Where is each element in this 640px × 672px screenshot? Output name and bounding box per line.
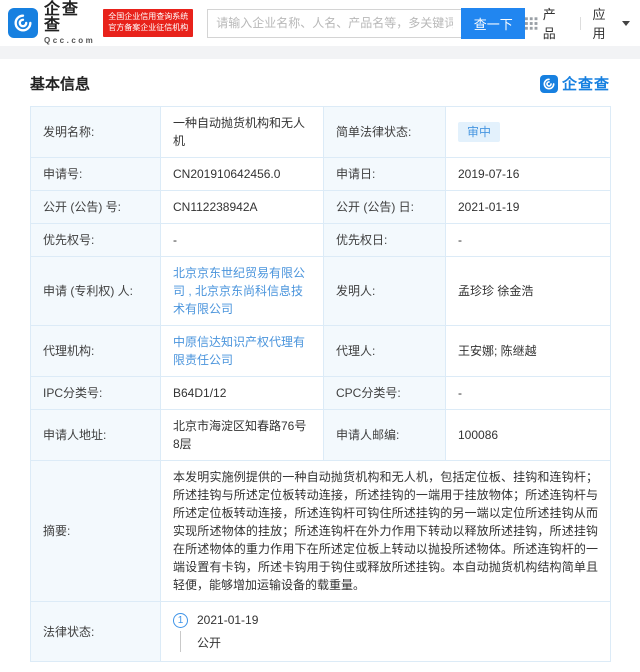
search-button[interactable]: 查一下: [461, 8, 525, 39]
nav-apps[interactable]: 应用: [593, 4, 630, 42]
table-row: 代理机构: 中原信达知识产权代理有限责任公司 代理人: 王安娜; 陈继越: [31, 326, 611, 377]
qcc-watermark-text: 企查查: [562, 73, 610, 94]
section-title: 基本信息: [30, 73, 90, 94]
cpc-label: CPC分类号:: [324, 377, 446, 410]
table-row: 发明名称: 一种自动抛货机构和无人机 简单法律状态: 审中: [31, 107, 611, 158]
publication-date-label: 公开 (公告) 日:: [324, 191, 446, 224]
publication-date-value: 2021-01-19: [446, 191, 611, 224]
applicants-value: 北京京东世纪贸易有限公司 , 北京京东尚科信息技术有限公司: [161, 257, 324, 326]
qcc-watermark-icon: [540, 75, 558, 93]
applicant-zipcode-value: 100086: [446, 410, 611, 461]
official-credit-banner: 全国企业信用查询系统 官方备案企业征信机构: [103, 9, 193, 37]
qcc-logo[interactable]: 企查查 Qcc.com: [8, 2, 95, 45]
ipc-value: B64D1/12: [161, 377, 324, 410]
qcc-logo-name: 企查查: [44, 2, 95, 34]
application-date-value: 2019-07-16: [446, 158, 611, 191]
top-header: 企查查 Qcc.com 全国企业信用查询系统 官方备案企业征信机构 查一下 产品…: [0, 0, 640, 46]
priority-no-label: 优先权号:: [31, 224, 161, 257]
qcc-watermark: 企查查: [540, 73, 610, 94]
priority-date-value: -: [446, 224, 611, 257]
search-input[interactable]: [207, 9, 461, 38]
qcc-logo-icon: [8, 8, 38, 38]
agency-label: 代理机构:: [31, 326, 161, 377]
cpc-value: -: [446, 377, 611, 410]
simple-legal-state-label: 简单法律状态:: [324, 107, 446, 158]
priority-date-label: 优先权日:: [324, 224, 446, 257]
nav-products[interactable]: 产品: [525, 4, 567, 42]
table-row: 申请人地址: 北京市海淀区知春路76号8层 申请人邮编: 100086: [31, 410, 611, 461]
status-badge: 审中: [458, 122, 500, 142]
nav-products-label: 产品: [543, 4, 568, 42]
invention-name-value: 一种自动抛货机构和无人机: [161, 107, 324, 158]
banner-line-2: 官方备案企业征信机构: [108, 23, 188, 34]
applicants-label: 申请 (专利权) 人:: [31, 257, 161, 326]
basic-info-panel: 基本信息 企查查 发明名称: 一种自动抛货机构和无人机 简单法律状态: 审中 申…: [0, 59, 640, 672]
table-row: 优先权号: - 优先权日: -: [31, 224, 611, 257]
table-row: 摘要: 本发明实施例提供的一种自动抛货机构和无人机，包括定位板、挂钩和连钩杆；所…: [31, 461, 611, 602]
publication-no-label: 公开 (公告) 号:: [31, 191, 161, 224]
agents-label: 代理人:: [324, 326, 446, 377]
inventors-value: 孟珍珍 徐金浩: [446, 257, 611, 326]
agency-value: 中原信达知识产权代理有限责任公司: [161, 326, 324, 377]
priority-no-value: -: [161, 224, 324, 257]
applicant-address-value: 北京市海淀区知春路76号8层: [161, 410, 324, 461]
application-date-label: 申请日:: [324, 158, 446, 191]
ipc-label: IPC分类号:: [31, 377, 161, 410]
inventors-label: 发明人:: [324, 257, 446, 326]
application-no-label: 申请号:: [31, 158, 161, 191]
banner-line-1: 全国企业信用查询系统: [108, 12, 188, 23]
applicant-zipcode-label: 申请人邮编:: [324, 410, 446, 461]
table-row: 法律状态: 1 2021-01-19 公开: [31, 602, 611, 662]
qcc-logo-domain: Qcc.com: [44, 37, 95, 45]
nav-divider: [580, 17, 581, 30]
chevron-down-icon: [622, 21, 630, 26]
legal-status-value: 公开: [197, 631, 221, 652]
abstract-label: 摘要:: [31, 461, 161, 602]
nav-apps-label: 应用: [593, 4, 617, 42]
application-no-value: CN201910642456.0: [161, 158, 324, 191]
table-row: 申请号: CN201910642456.0 申请日: 2019-07-16: [31, 158, 611, 191]
abstract-text: 本发明实施例提供的一种自动抛货机构和无人机，包括定位板、挂钩和连钩杆；所述挂钩与…: [161, 461, 611, 602]
agents-value: 王安娜; 陈继越: [446, 326, 611, 377]
legal-status-timeline: 1 2021-01-19 公开: [173, 609, 598, 654]
agency-link[interactable]: 中原信达知识产权代理有限责任公司: [173, 335, 305, 367]
applicant-address-label: 申请人地址:: [31, 410, 161, 461]
table-row: IPC分类号: B64D1/12 CPC分类号: -: [31, 377, 611, 410]
table-row: 申请 (专利权) 人: 北京京东世纪贸易有限公司 , 北京京东尚科信息技术有限公…: [31, 257, 611, 326]
grid-icon: [525, 17, 537, 30]
publication-no-value: CN112238942A: [161, 191, 324, 224]
legal-status-label: 法律状态:: [31, 602, 161, 662]
invention-name-label: 发明名称:: [31, 107, 161, 158]
applicant-separator: ,: [185, 284, 195, 298]
legal-status-date: 2021-01-19: [197, 611, 258, 629]
timeline-index-badge: 1: [173, 613, 188, 628]
timeline-connector: [180, 631, 181, 652]
patent-info-table: 发明名称: 一种自动抛货机构和无人机 简单法律状态: 审中 申请号: CN201…: [30, 106, 611, 662]
header-separator: [0, 46, 640, 59]
table-row: 公开 (公告) 号: CN112238942A 公开 (公告) 日: 2021-…: [31, 191, 611, 224]
